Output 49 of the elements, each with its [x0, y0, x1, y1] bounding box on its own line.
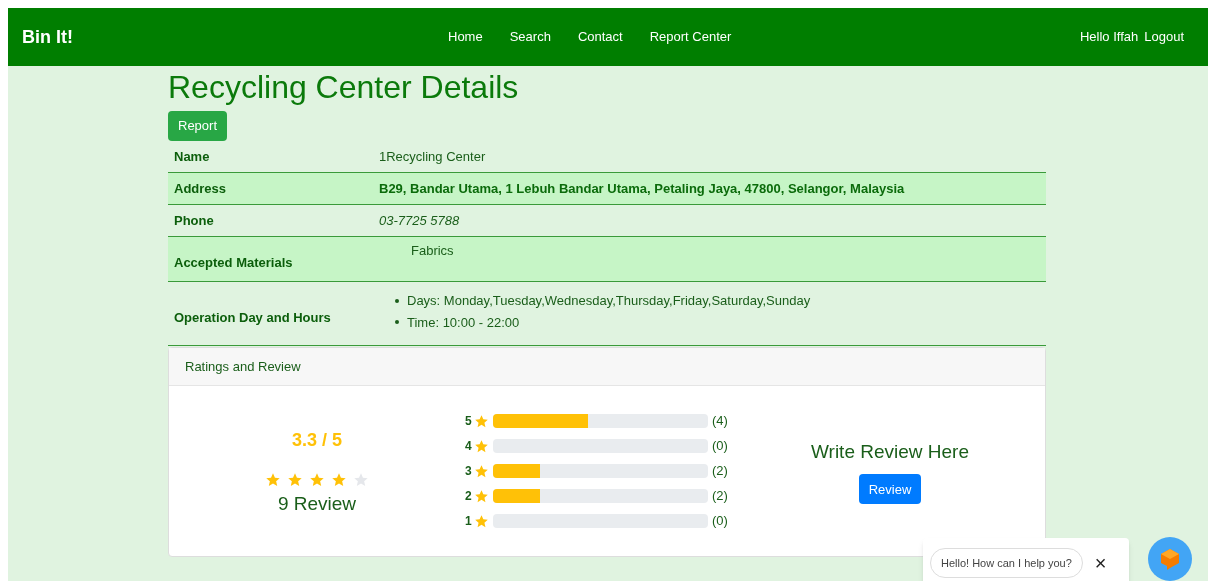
nav-link[interactable]: Report Center — [649, 27, 732, 47]
star-icon — [331, 472, 347, 489]
star-icon — [287, 472, 303, 489]
list-item: Days: Monday,Tuesday,Wednesday,Thursday,Friday,Saturday,Sunday — [395, 291, 811, 311]
greeting-text: Hello Iffah — [1079, 28, 1139, 47]
page-title: Recycling Center Details — [168, 68, 520, 106]
detail-label: Operation Day and Hours — [173, 308, 332, 327]
rating-count: (2) — [712, 462, 728, 481]
rating-count: (2) — [712, 487, 728, 506]
star-label: 4 — [465, 438, 473, 455]
detail-label: Accepted Materials — [173, 254, 294, 273]
nav-link[interactable]: Home — [448, 27, 483, 47]
star-icon — [265, 472, 281, 489]
star-icon — [474, 488, 489, 504]
star-icon — [309, 472, 325, 489]
close-button[interactable]: × — [1094, 553, 1107, 573]
rating-count: (0) — [712, 437, 728, 456]
logout-link[interactable]: Logout — [1144, 27, 1184, 47]
nav-link[interactable]: Contact — [577, 27, 623, 47]
star-label: 3 — [465, 463, 473, 480]
star-icon — [474, 513, 489, 529]
report-button[interactable]: Report — [168, 111, 228, 141]
star-label: 5 — [465, 413, 473, 430]
rating-count: (0) — [712, 512, 728, 531]
review-button[interactable]: Review — [858, 474, 922, 505]
cube-icon — [1158, 547, 1182, 571]
star-label: 2 — [465, 488, 473, 505]
detail-value: 1Recycling Center — [379, 147, 486, 166]
empty-star-icon — [353, 472, 369, 489]
card-title: Ratings and Review — [185, 357, 301, 376]
star-icon — [474, 413, 489, 429]
material-item: Fabrics — [411, 242, 454, 261]
star-icon — [474, 438, 489, 454]
brand-logo[interactable]: Bin It! — [22, 23, 422, 51]
list-item: Time: 10:00 - 22:00 — [395, 312, 811, 332]
bullet-icon — [395, 320, 399, 325]
rating-count: (4) — [712, 412, 728, 431]
bullet-icon — [395, 298, 399, 303]
star-icon — [474, 463, 489, 479]
nav-link[interactable]: Search — [509, 27, 551, 47]
review-count: 9 Review — [277, 492, 357, 517]
star-label: 1 — [465, 513, 473, 530]
detail-label: Address — [173, 179, 228, 198]
rating-score: 3.3 / 5 — [291, 429, 342, 453]
write-review-heading: Write Review Here — [811, 439, 969, 464]
detail-value: 03-7725 5788 — [379, 211, 460, 230]
detail-value: B29, Bandar Utama, 1 Lebuh Bandar Utama, Petaling Jaya, 47800, Selangor, Malaysia — [379, 179, 905, 198]
detail-label: Phone — [173, 211, 215, 230]
detail-label: Name — [173, 147, 211, 166]
